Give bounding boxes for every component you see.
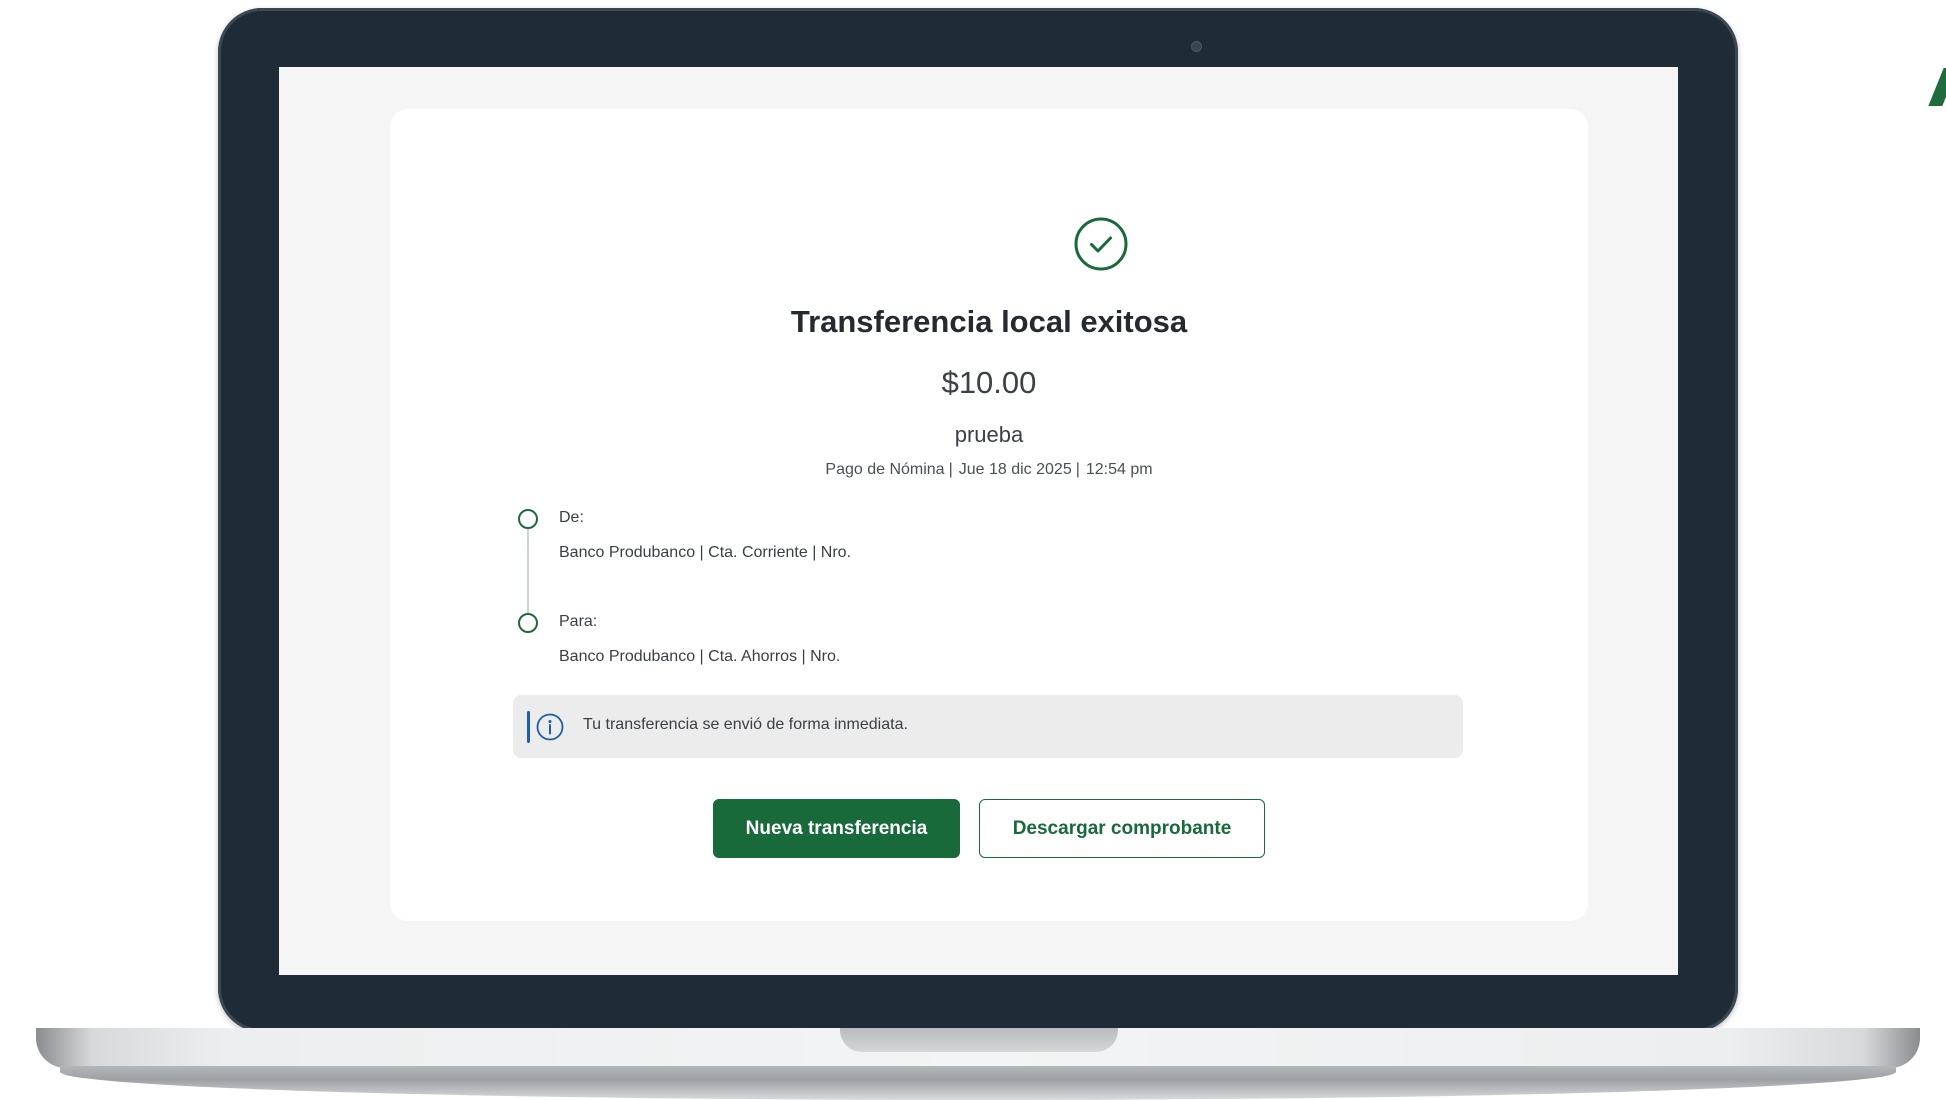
meta-separator: | [948, 461, 953, 478]
laptop-base-edge [60, 1066, 1896, 1100]
timeline-dot-to [518, 613, 538, 633]
transfer-amount: $10.00 [941, 365, 1037, 400]
page-title: Transferencia local exitosa [790, 304, 1188, 339]
timeline-dot-from [518, 509, 538, 529]
laptop-notch [840, 1028, 1118, 1052]
download-receipt-button[interactable]: Descargar comprobante [979, 799, 1265, 858]
app-screen: Transferencia local exitosa $10.00 prueb… [279, 67, 1678, 975]
to-account-detail: Banco Produbanco | Cta. Ahorros | Nro. [559, 648, 841, 665]
laptop-camera [1191, 41, 1202, 52]
info-accent-bar [527, 711, 530, 743]
transfer-date: Jue 18 dic 2025 [958, 461, 1072, 478]
info-text: Tu transferencia se envió de forma inmed… [583, 716, 908, 733]
edge-decoration [1928, 68, 1946, 106]
from-label: De: [559, 509, 584, 526]
meta-separator: | [1075, 461, 1080, 478]
transfer-meta: Pago de Nómina | Jue 18 dic 2025 | 12:54 pm [390, 461, 1588, 479]
confirmation-card: Transferencia local exitosa $10.00 prueb… [390, 109, 1588, 921]
check-circle-icon [1074, 217, 1128, 271]
transfer-description: prueba [954, 422, 1024, 447]
from-account-detail: Banco Produbanco | Cta. Corriente | Nro. [559, 544, 852, 561]
timeline-connector [527, 528, 529, 618]
info-icon [536, 713, 564, 741]
transfer-time: 12:54 pm [1085, 461, 1153, 478]
to-label: Para: [559, 613, 598, 630]
transfer-type: Pago de Nómina [825, 461, 945, 478]
info-banner: Tu transferencia se envió de forma inmed… [513, 695, 1463, 758]
new-transfer-button[interactable]: Nueva transferencia [713, 799, 960, 858]
